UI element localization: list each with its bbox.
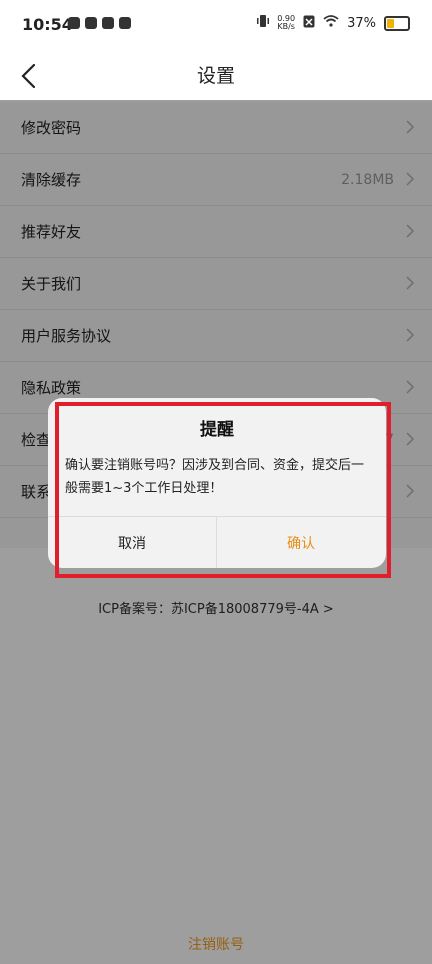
status-right: 0.90 KB/s 37% bbox=[257, 14, 410, 32]
status-time: 10:54 bbox=[22, 15, 73, 34]
page-title: 设置 bbox=[196, 65, 235, 87]
vibrate-icon bbox=[257, 14, 270, 32]
crown-icon bbox=[119, 17, 131, 29]
app-notification-icon bbox=[102, 17, 114, 29]
cancel-button[interactable]: 取消 bbox=[48, 517, 216, 568]
wifi-icon bbox=[323, 15, 339, 31]
dialog-title: 提醒 bbox=[200, 420, 234, 440]
net-speed: 0.90 KB/s bbox=[277, 15, 295, 31]
app-notification-icon bbox=[68, 17, 80, 29]
sim-icon bbox=[303, 15, 315, 32]
dialog-message: 确认要注销账号吗？因涉及到合同、资金，提交后一般需要1~3个工作日处理！ bbox=[65, 458, 365, 496]
battery-icon bbox=[384, 15, 410, 31]
tiktok-icon bbox=[85, 17, 97, 29]
notification-icons bbox=[68, 17, 131, 29]
confirm-button[interactable]: 确认 bbox=[217, 517, 385, 568]
battery-percent: 37% bbox=[347, 15, 376, 31]
nav-bar: 设置 bbox=[0, 50, 432, 100]
status-bar: 10:54 0.90 KB/s 37% bbox=[0, 0, 432, 50]
confirm-dialog: 提醒 确认要注销账号吗？因涉及到合同、资金，提交后一般需要1~3个工作日处理！ … bbox=[48, 398, 386, 568]
net-speed-unit: KB/s bbox=[277, 22, 295, 31]
